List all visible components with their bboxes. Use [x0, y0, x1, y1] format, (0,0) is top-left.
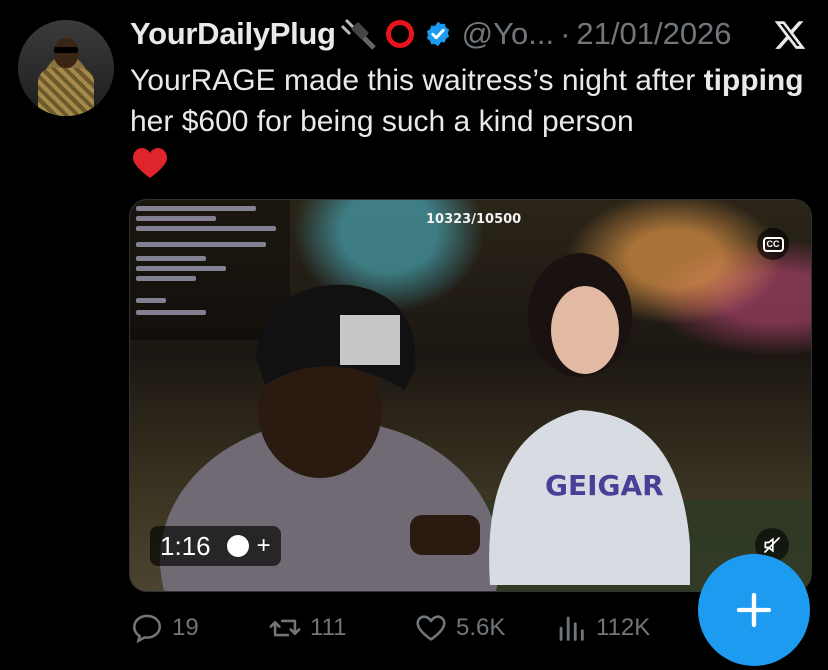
compose-button[interactable]	[698, 554, 810, 666]
red-circle-emoji-icon	[385, 20, 414, 48]
like-count: 5.6K	[456, 614, 506, 641]
tweet-date[interactable]: 21/01/2026	[576, 16, 731, 52]
avatar-sunglasses	[54, 47, 78, 53]
verified-badge-icon[interactable]	[424, 20, 452, 48]
mute-icon	[763, 536, 781, 554]
x-logo-icon	[774, 21, 806, 49]
handle[interactable]: @Yo...	[462, 16, 554, 52]
like-button[interactable]: 5.6K	[414, 611, 505, 645]
video-time-pill[interactable]: 1:16 +	[150, 526, 281, 566]
views-button[interactable]: 112K	[554, 611, 650, 645]
tweet-text: YourRAGE made this waitress’s night afte…	[130, 60, 810, 180]
tweet-header: YourDailyPlug @Yo... · 21/01/2026	[130, 14, 732, 54]
captions-button[interactable]: CC	[757, 228, 789, 260]
views-count: 112K	[596, 614, 651, 641]
reply-button[interactable]: 19	[130, 611, 199, 645]
tweet-actions: 19 111 5.6K 112K	[130, 606, 690, 650]
reply-icon	[132, 614, 162, 644]
repost-button[interactable]: 111	[268, 611, 346, 645]
svg-text:GEIGAR: GEIGAR	[545, 469, 664, 502]
compose-plus-icon	[736, 592, 772, 628]
plug-emoji-icon	[340, 18, 376, 50]
stream-counter-overlay: 10323/10500	[426, 212, 522, 227]
heart-emoji-icon	[133, 148, 167, 178]
repost-count: 111	[310, 614, 347, 641]
tweet-text-bold: tipping	[703, 64, 804, 97]
display-name[interactable]: YourDailyPlug	[130, 16, 336, 52]
captions-icon: CC	[762, 236, 784, 252]
views-icon	[559, 616, 584, 641]
reply-count: 19	[172, 614, 199, 641]
record-dot-icon	[226, 535, 249, 557]
repost-icon	[269, 619, 301, 637]
woman-figure: GEIGAR	[489, 253, 690, 585]
video-time: 1:16	[160, 530, 211, 561]
separator-dot: ·	[560, 16, 571, 51]
like-icon	[416, 615, 446, 641]
video-player[interactable]: GEIGAR 10323/10500 CC 1:16 +	[129, 199, 812, 592]
tweet-text-part1: YourRAGE made this waitress’s night afte…	[130, 64, 704, 97]
avatar-jacket	[38, 68, 94, 116]
avatar-face	[54, 38, 78, 68]
tweet-text-part2: her $600 for being such a kind person	[130, 105, 634, 138]
plus-label: +	[256, 532, 271, 559]
avatar[interactable]	[18, 20, 114, 116]
